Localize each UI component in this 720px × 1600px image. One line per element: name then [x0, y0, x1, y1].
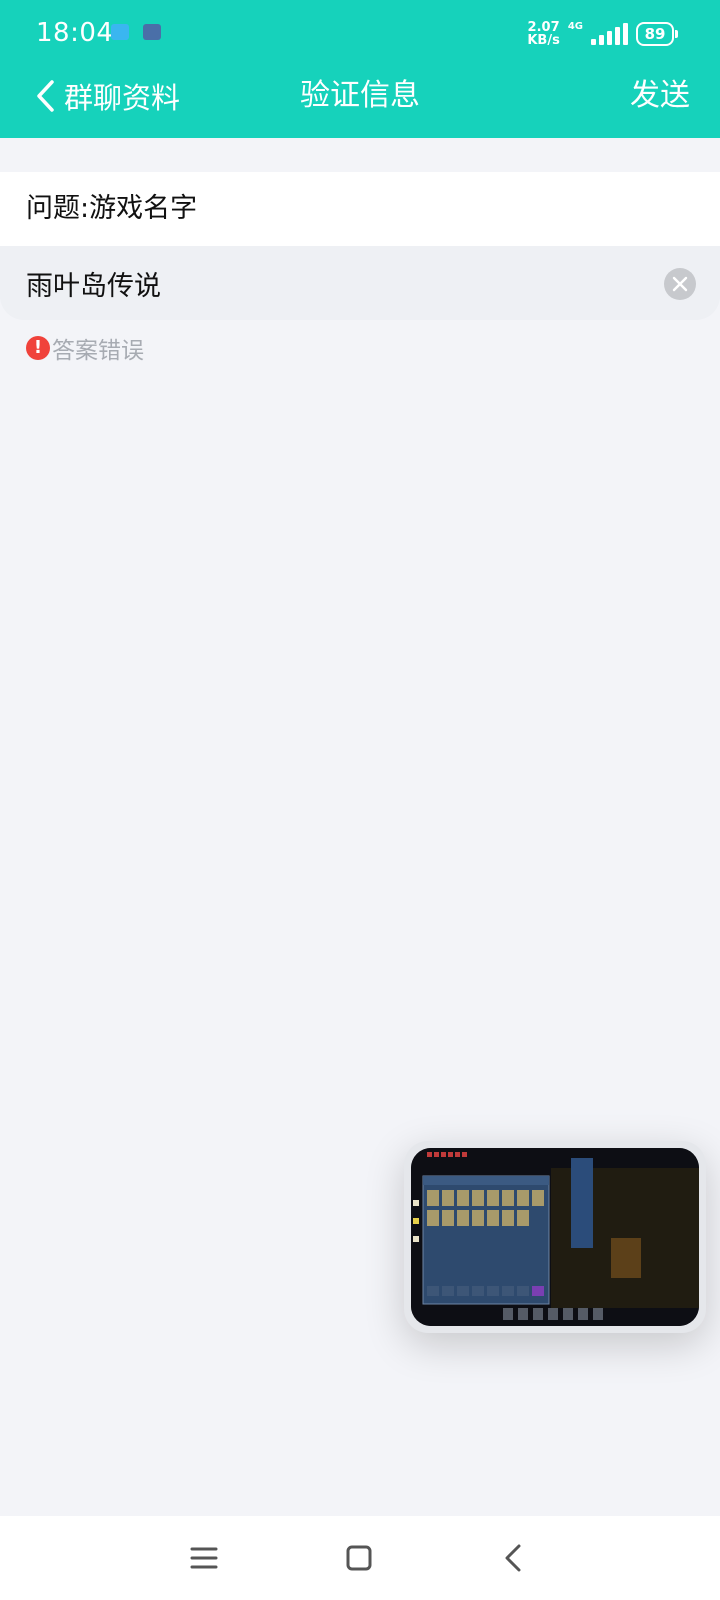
- status-time: 18:04: [36, 18, 114, 48]
- page-title: 验证信息: [300, 78, 420, 113]
- battery-level: 89: [644, 25, 666, 43]
- network-type: 4G: [567, 20, 583, 32]
- answer-input[interactable]: [26, 246, 626, 320]
- screen: 18:04 2.07 KB/s 4G 89 群聊资料 验证信息 发送 问题:游戏…: [0, 0, 720, 1600]
- close-icon: [672, 276, 688, 292]
- notification-app-icon: [143, 24, 161, 40]
- back-nav-icon[interactable]: [494, 1538, 534, 1578]
- error-text: 答案错误: [52, 338, 144, 364]
- battery-icon: 89: [636, 22, 678, 46]
- signal-icon: [591, 23, 628, 45]
- menu-icon[interactable]: [184, 1538, 224, 1578]
- alert-icon: !: [26, 336, 50, 360]
- clear-input-button[interactable]: [664, 268, 696, 300]
- answer-row: [0, 246, 720, 320]
- network-speed-unit: KB/s: [527, 33, 560, 48]
- game-preview: [411, 1148, 699, 1326]
- system-nav-bar: [0, 1516, 720, 1600]
- question-row: 问题:游戏名字: [0, 172, 720, 246]
- game-scene-image: [411, 1148, 699, 1326]
- status-indicators: 2.07 KB/s 4G 89: [527, 18, 678, 50]
- home-icon[interactable]: [339, 1538, 379, 1578]
- question-text: 问题:游戏名字: [26, 193, 198, 224]
- error-message: ! 答案错误: [26, 333, 144, 364]
- send-button[interactable]: 发送: [630, 74, 690, 118]
- floating-game-window[interactable]: [404, 1141, 706, 1333]
- app-header: 18:04 2.07 KB/s 4G 89 群聊资料 验证信息 发送: [0, 0, 720, 138]
- translate-app-icon: [111, 24, 129, 40]
- network-speed: 2.07 KB/s: [527, 21, 559, 47]
